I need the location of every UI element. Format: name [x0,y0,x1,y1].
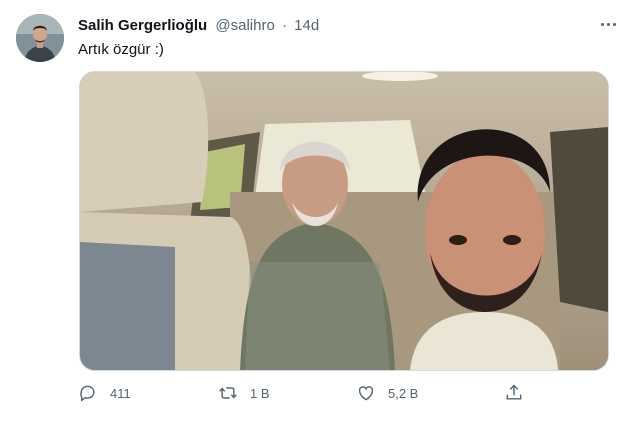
like-button[interactable]: 5,2 B [356,383,418,403]
reply-icon [80,385,95,402]
tweet-timestamp[interactable]: 14d [294,17,319,34]
avatar[interactable] [16,14,64,62]
separator-dot: · [281,17,287,34]
tweet-card[interactable]: Salih Gergerlioğlu @salihro · 14d Artık … [0,0,640,424]
tweet-text: Artık özgür :) [78,41,164,58]
car-selfie-photo [80,72,608,370]
like-count: 5,2 B [388,385,419,401]
tweet-media-photo[interactable] [79,71,609,371]
retweet-icon [219,387,237,399]
author-name[interactable]: Salih Gergerlioğlu [78,17,207,34]
reply-count: 411 [110,385,131,401]
share-button[interactable] [504,383,524,403]
more-options-icon[interactable] [598,14,618,34]
share-icon [506,384,522,400]
retweet-button[interactable]: 1 B [218,383,270,403]
author-handle[interactable]: @salihro [215,17,274,34]
tweet-actions-bar: 411 1 B 5,2 B [78,383,538,407]
heart-icon [358,386,374,401]
avatar-photo [16,14,64,62]
reply-button[interactable]: 411 [78,383,131,403]
retweet-count: 1 B [250,385,270,401]
tweet-header: Salih Gergerlioğlu @salihro · 14d [78,17,319,34]
